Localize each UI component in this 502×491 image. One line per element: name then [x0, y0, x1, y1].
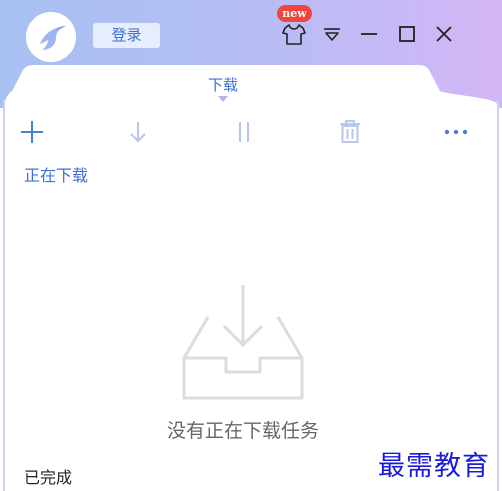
maximize-button[interactable] — [395, 22, 419, 46]
trash-icon — [340, 120, 360, 143]
watermark-text: 最需教育 — [378, 451, 490, 482]
minimize-button[interactable] — [357, 22, 381, 46]
pause-button[interactable] — [230, 118, 258, 146]
login-button[interactable]: 登录 — [93, 23, 160, 48]
close-icon — [436, 26, 452, 42]
close-button[interactable] — [432, 22, 456, 46]
minimize-icon — [361, 33, 377, 35]
tab-download[interactable]: 下载 — [198, 74, 248, 95]
app-logo — [26, 12, 76, 62]
section-downloading[interactable]: 正在下载 — [24, 162, 88, 186]
maximize-icon — [399, 26, 415, 42]
tshirt-icon — [282, 24, 306, 45]
more-options-button[interactable] — [442, 118, 470, 146]
add-task-button[interactable] — [18, 118, 46, 146]
start-download-button[interactable] — [124, 118, 152, 146]
add-icon — [21, 121, 43, 143]
empty-state-message: 没有正在下载任务 — [166, 420, 319, 442]
section-completed[interactable]: 已完成 — [24, 464, 72, 488]
new-badge: new — [277, 5, 312, 22]
delete-button[interactable] — [336, 118, 364, 146]
download-manager-window: 登录 new 下载 正在下载 没有正在下载任务 已完成 最需教育 — [0, 0, 502, 491]
menu-dropdown-button[interactable] — [320, 22, 344, 46]
skin-button[interactable] — [280, 20, 308, 48]
tab-active-indicator — [218, 96, 228, 102]
empty-inbox-icon — [182, 285, 304, 400]
download-arrow-icon — [130, 122, 146, 143]
menu-triangle-icon — [324, 28, 340, 41]
hummingbird-logo-icon — [26, 12, 76, 62]
pause-icon — [238, 122, 250, 142]
more-icon — [444, 129, 468, 135]
